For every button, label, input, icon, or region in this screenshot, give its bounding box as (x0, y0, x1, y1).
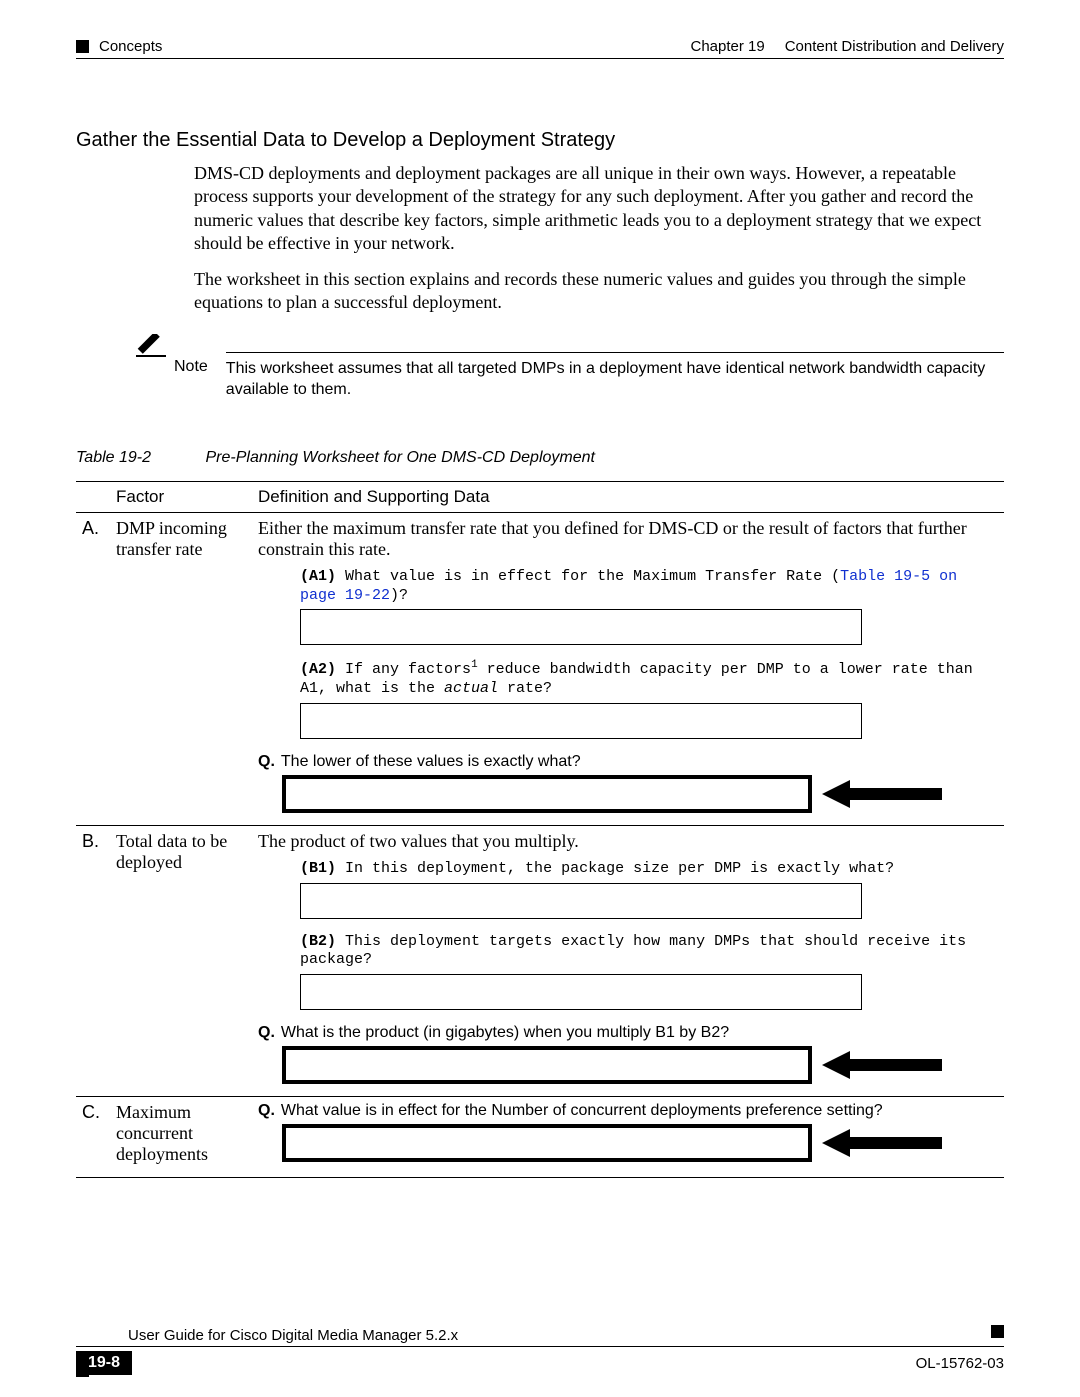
chapter-number: Chapter 19 (691, 38, 765, 55)
footer-marker-icon (991, 1325, 1004, 1338)
b1-input[interactable] (300, 883, 862, 919)
intro-block: DMS-CD deployments and deployment packag… (194, 162, 1004, 314)
b2-prompt: (B2) This deployment targets exactly how… (300, 933, 998, 971)
note-text: This worksheet assumes that all targeted… (226, 352, 1004, 401)
factor-b: Total data to be deployed (110, 825, 252, 1096)
header-marker-icon (76, 40, 89, 53)
section-title: Gather the Essential Data to Develop a D… (76, 129, 1004, 152)
question-c: Q.What value is in effect for the Number… (258, 1102, 998, 1120)
note-label: Note (174, 358, 208, 376)
footer-guide-title: User Guide for Cisco Digital Media Manag… (76, 1327, 1004, 1347)
footer-marker-icon (76, 1364, 89, 1377)
row-letter-c: C. (76, 1097, 110, 1178)
chapter-title: Content Distribution and Delivery (785, 38, 1004, 55)
worksheet-table: Factor Definition and Supporting Data A.… (76, 481, 1004, 1178)
answer-c-input[interactable] (282, 1124, 812, 1162)
row-letter-b: B. (76, 825, 110, 1096)
arrow-left-icon (822, 1051, 942, 1079)
answer-b-input[interactable] (282, 1046, 812, 1084)
col-letter (76, 481, 110, 512)
note-block: Note This worksheet assumes that all tar… (136, 334, 1004, 401)
note-icon (136, 334, 166, 358)
table-row: C. Maximum concurrent deployments Q.What… (76, 1097, 1004, 1178)
col-factor: Factor (110, 481, 252, 512)
table-number: Table 19-2 (76, 449, 151, 466)
factor-a: DMP incoming transfer rate (110, 512, 252, 825)
table-title: Pre-Planning Worksheet for One DMS-CD De… (205, 449, 594, 466)
a1-prompt: (A1) What value is in effect for the Max… (300, 568, 998, 606)
row-letter-a: A. (76, 512, 110, 825)
a1-input[interactable] (300, 609, 862, 645)
question-b: Q.What is the product (in gigabytes) whe… (258, 1024, 998, 1042)
intro-para-2: The worksheet in this section explains a… (194, 268, 1004, 315)
breadcrumb-section: Concepts (99, 38, 162, 55)
table-caption: Table 19-2 Pre-Planning Worksheet for On… (76, 449, 1004, 467)
definition-a: Either the maximum transfer rate that yo… (258, 518, 998, 560)
b2-input[interactable] (300, 974, 862, 1010)
a2-input[interactable] (300, 703, 862, 739)
arrow-left-icon (822, 780, 942, 808)
table-row: B. Total data to be deployed The product… (76, 825, 1004, 1096)
answer-a-input[interactable] (282, 775, 812, 813)
definition-b: The product of two values that you multi… (258, 831, 998, 852)
a2-prompt: (A2) If any factors1 reduce bandwidth ca… (300, 659, 998, 699)
factor-c: Maximum concurrent deployments (110, 1097, 252, 1178)
page-header: Concepts Chapter 19 Content Distribution… (76, 38, 1004, 59)
document-number: OL-15762-03 (916, 1355, 1004, 1372)
question-a: Q.The lower of these values is exactly w… (258, 753, 998, 771)
page-footer: User Guide for Cisco Digital Media Manag… (76, 1327, 1004, 1375)
b1-prompt: (B1) In this deployment, the package siz… (300, 860, 998, 879)
col-definition: Definition and Supporting Data (252, 481, 1004, 512)
table-row: A. DMP incoming transfer rate Either the… (76, 512, 1004, 825)
intro-para-1: DMS-CD deployments and deployment packag… (194, 162, 1004, 256)
arrow-left-icon (822, 1129, 942, 1157)
